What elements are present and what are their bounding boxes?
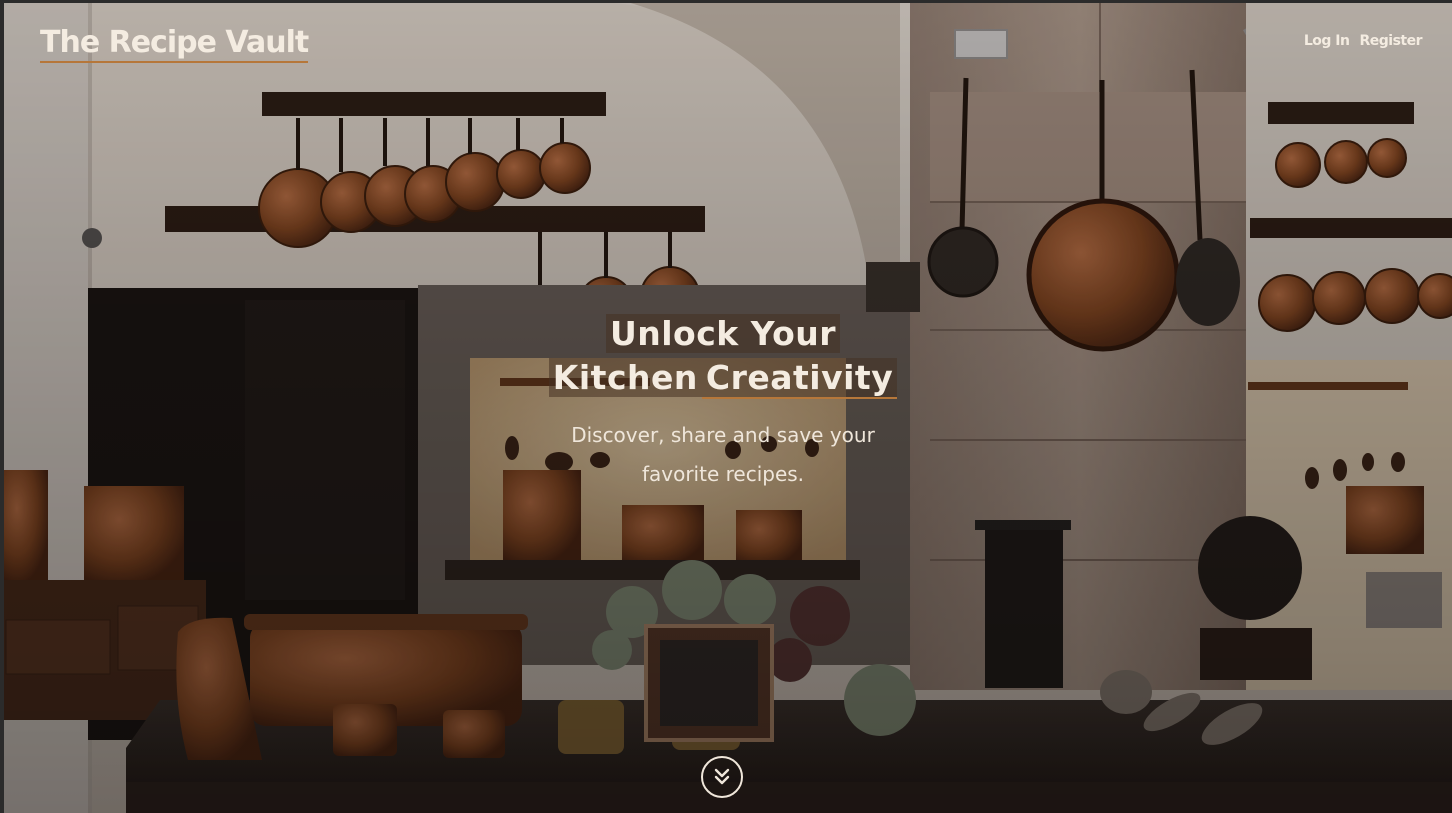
login-link[interactable]: Log In	[1304, 33, 1350, 49]
hero-title-highlight: Creativity	[701, 358, 898, 399]
double-chevron-down-icon	[714, 768, 730, 785]
hero-subtitle-line1: Discover, share and save your	[571, 423, 875, 447]
scroll-down-button[interactable]	[701, 756, 743, 798]
header-nav: Log In Register	[1304, 33, 1423, 49]
hero-section: Unlock Your Kitchen Creativity Discover, …	[500, 312, 946, 494]
hero-subtitle: Discover, share and save your favorite r…	[500, 416, 946, 494]
hero-title-line2-start: Kitchen	[548, 358, 702, 397]
hero-subtitle-line2: favorite recipes.	[641, 462, 805, 486]
register-link[interactable]: Register	[1359, 33, 1422, 49]
hero-title: Unlock Your Kitchen Creativity	[500, 312, 946, 400]
hero-title-line1: Unlock Your	[605, 314, 841, 353]
brand-logo[interactable]: The Recipe Vault	[40, 26, 309, 63]
